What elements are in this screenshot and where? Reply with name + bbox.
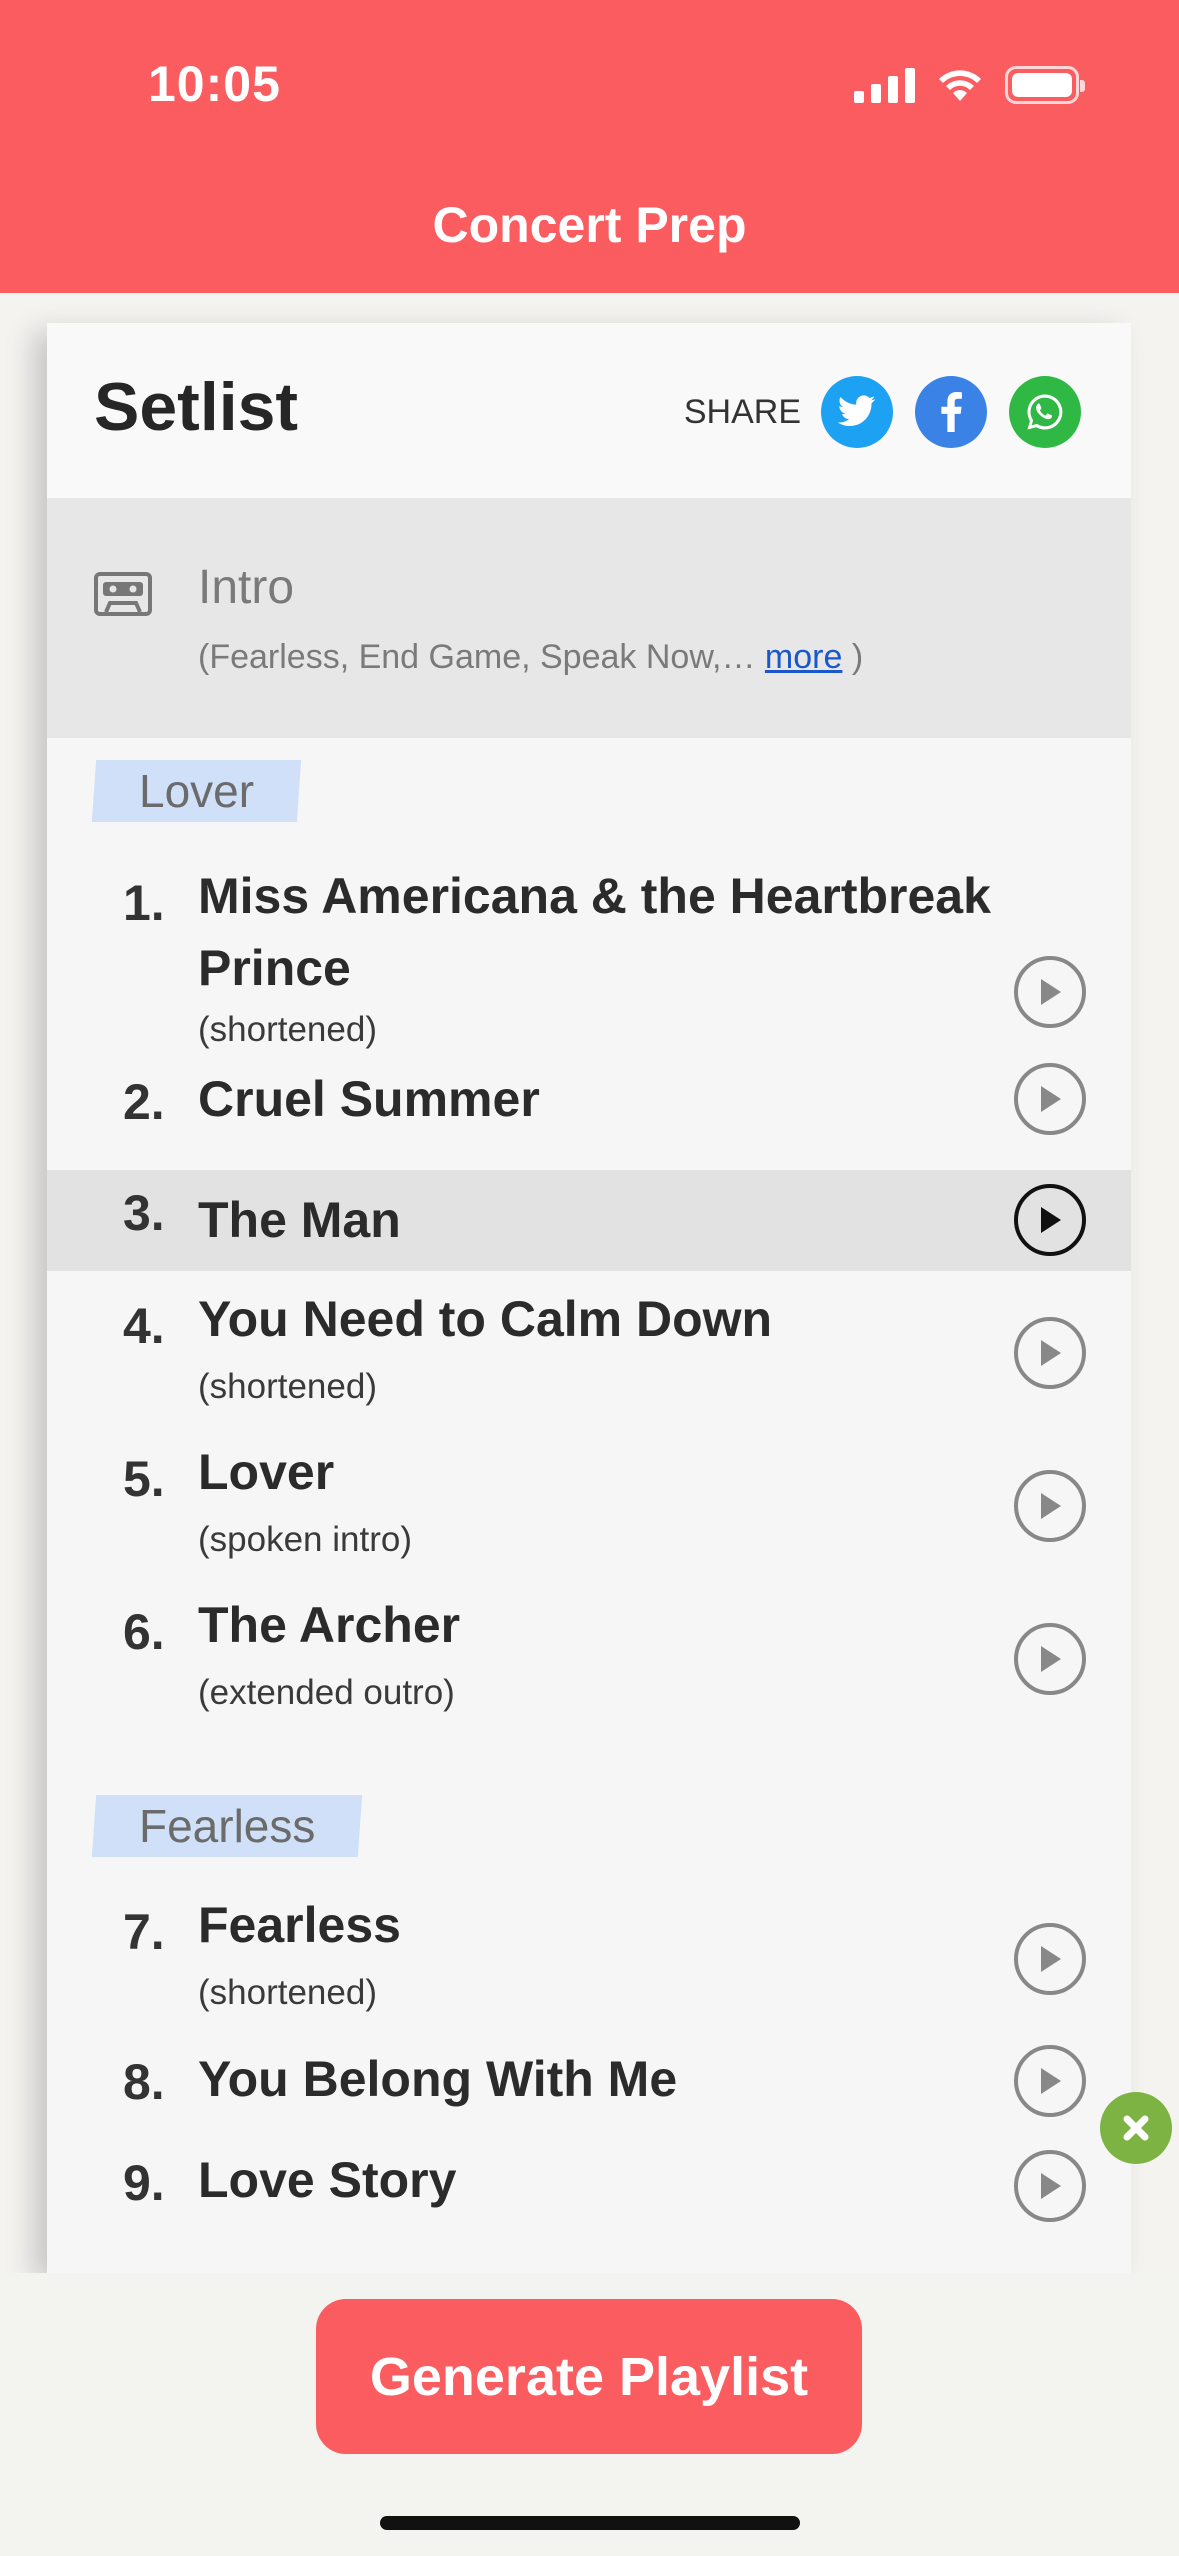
app-header: 10:05 Concert Prep <box>0 0 1179 293</box>
intro-songs: (Fearless, End Game, Speak Now,… more ) <box>198 638 864 676</box>
song-title: Fearless <box>198 1897 401 1953</box>
play-icon <box>1041 2173 1061 2199</box>
facebook-icon <box>941 392 962 432</box>
section-header-fearless: Fearless <box>91 1795 363 1857</box>
play-icon <box>1041 1207 1061 1233</box>
song-title: Love Story <box>198 2152 457 2208</box>
status-time: 10:05 <box>148 56 281 112</box>
section-header-lover: Lover <box>91 760 302 822</box>
home-indicator[interactable] <box>380 2516 800 2530</box>
song-row-1[interactable]: 1. Miss Americana & the Heartbreak Princ… <box>47 860 1131 1049</box>
song-number: 2. <box>123 1074 165 1130</box>
play-button[interactable] <box>1014 1317 1086 1389</box>
play-icon <box>1041 1946 1061 1972</box>
song-note: (shortened) <box>198 1010 377 1049</box>
play-icon <box>1041 1646 1061 1672</box>
song-number: 9. <box>123 2155 165 2211</box>
song-row-8[interactable]: 8. You Belong With Me <box>47 2043 1131 2135</box>
status-icons <box>854 66 1085 104</box>
play-icon <box>1041 1493 1061 1519</box>
song-note: (shortened) <box>198 1973 377 2012</box>
song-title: The Man <box>198 1192 401 1248</box>
wifi-icon <box>939 70 981 101</box>
more-link[interactable]: more <box>765 638 842 676</box>
song-title: You Belong With Me <box>198 2051 678 2107</box>
intro-title: Intro <box>198 561 295 614</box>
battery-icon <box>1005 66 1085 104</box>
song-number: 5. <box>123 1451 165 1507</box>
play-button[interactable] <box>1014 1063 1086 1135</box>
page-title: Concert Prep <box>432 197 747 253</box>
share-label: SHARE <box>683 392 801 431</box>
song-number: 7. <box>123 1904 165 1960</box>
song-row-6[interactable]: 6. The Archer (extended outro) <box>47 1589 1131 1739</box>
play-button[interactable] <box>1014 1470 1086 1542</box>
card-header: Setlist SHARE <box>47 323 1131 498</box>
play-icon <box>1041 2068 1061 2094</box>
song-title: Cruel Summer <box>198 1071 540 1127</box>
whatsapp-share-button[interactable] <box>1009 376 1081 448</box>
twitter-icon <box>837 395 876 426</box>
play-icon <box>1041 979 1061 1005</box>
play-icon <box>1041 1086 1061 1112</box>
song-number: 4. <box>123 1298 165 1354</box>
play-icon <box>1041 1340 1061 1366</box>
generate-playlist-button[interactable]: Generate Playlist <box>316 2299 862 2454</box>
song-note: (spoken intro) <box>198 1520 412 1559</box>
song-row-3[interactable]: 3. The Man <box>47 1170 1131 1271</box>
play-button-active[interactable] <box>1014 1184 1086 1256</box>
song-number: 6. <box>123 1604 165 1660</box>
play-button[interactable] <box>1014 1923 1086 1995</box>
song-title: You Need to Calm Down <box>198 1291 773 1347</box>
song-row-4[interactable]: 4. You Need to Calm Down (shortened) <box>47 1283 1131 1433</box>
play-button[interactable] <box>1014 2150 1086 2222</box>
play-button[interactable] <box>1014 2045 1086 2117</box>
facebook-share-button[interactable] <box>915 376 987 448</box>
setlist-card: Setlist SHARE Intro (Fearless, End Game,… <box>47 323 1131 2273</box>
song-number: 3. <box>123 1185 165 1241</box>
song-number: 1. <box>123 875 165 931</box>
song-row-2[interactable]: 2. Cruel Summer <box>47 1063 1131 1155</box>
close-floating-button[interactable] <box>1100 2092 1172 2164</box>
intro-row: Intro (Fearless, End Game, Speak Now,… m… <box>47 498 1131 738</box>
song-title: Miss Americana & the Heartbreak Prince <box>198 868 991 996</box>
song-number: 8. <box>123 2054 165 2110</box>
share-bar: SHARE <box>684 376 1081 448</box>
song-note: (extended outro) <box>198 1673 455 1712</box>
song-row-5[interactable]: 5. Lover (spoken intro) <box>47 1436 1131 1586</box>
cellular-signal-icon <box>854 67 915 103</box>
play-button[interactable] <box>1014 956 1086 1028</box>
song-title: Lover <box>198 1444 335 1500</box>
whatsapp-icon <box>1027 394 1063 430</box>
song-note: (shortened) <box>198 1367 377 1406</box>
play-button[interactable] <box>1014 1623 1086 1695</box>
song-row-9[interactable]: 9. Love Story <box>47 2144 1131 2236</box>
cassette-icon <box>94 572 152 616</box>
song-row-7[interactable]: 7. Fearless (shortened) <box>47 1889 1131 2039</box>
twitter-share-button[interactable] <box>821 376 893 448</box>
song-title: The Archer <box>198 1597 461 1653</box>
setlist-title: Setlist <box>94 369 299 445</box>
close-icon <box>1123 2115 1149 2141</box>
